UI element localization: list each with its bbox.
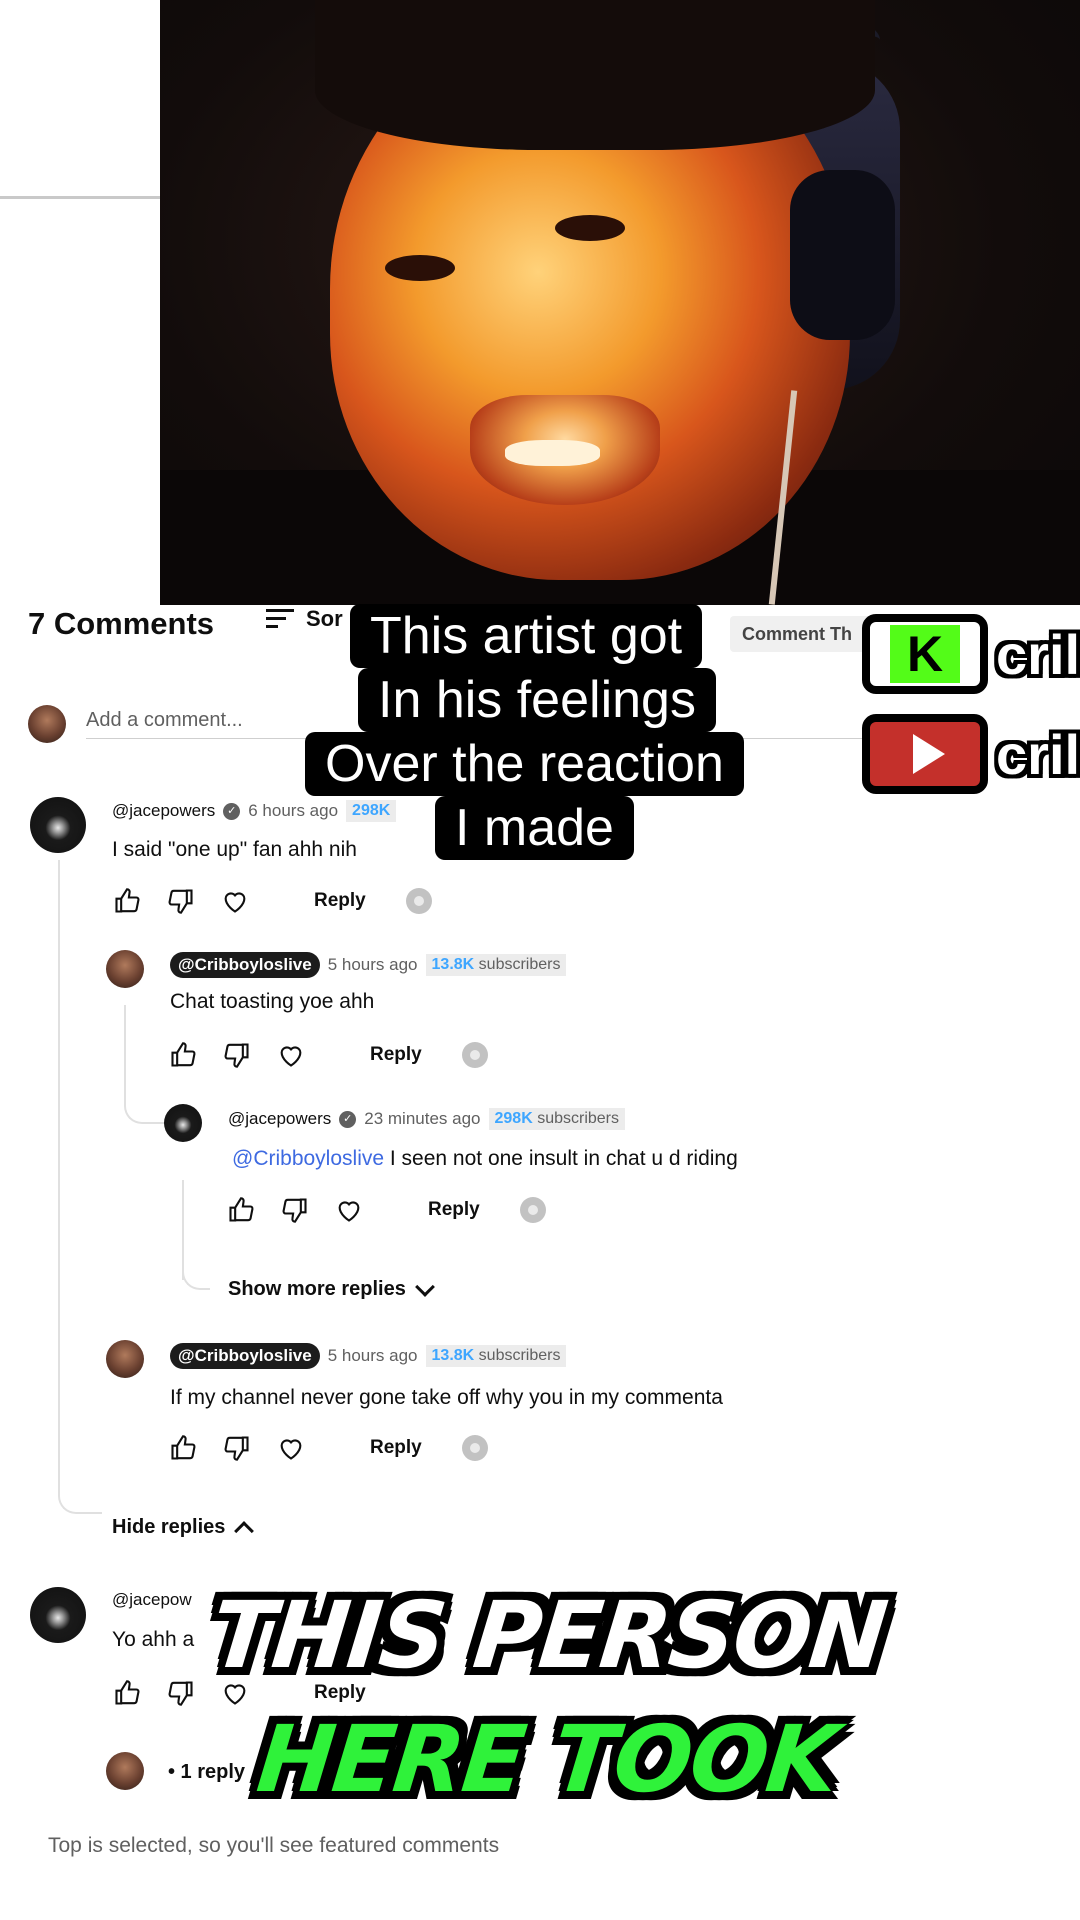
user-avatar [28,705,66,743]
sort-footer-text: Top is selected, so you'll see featured … [48,1834,500,1857]
view-replies-button[interactable]: • 1 reply [168,1761,245,1784]
show-more-replies-label: Show more replies [228,1278,406,1300]
caption-line: This artist got [350,604,703,668]
comment-meta: @jacepow [112,1590,192,1610]
comment-handle[interactable]: @jacepow [112,1590,192,1610]
comment-handle[interactable]: @jacepowers [228,1109,331,1129]
verified-icon: ✓ [339,1110,357,1128]
comment-time: 6 hours ago [248,801,339,820]
dislike-icon[interactable] [222,1433,252,1463]
streamer-teeth [505,440,600,466]
comment-text: Yo ahh a [112,1628,195,1651]
webcam-video [0,0,1080,605]
youtube-handle: cril [996,722,1080,786]
streamer-left-eye [385,255,455,281]
subscriber-badge: 13.8K subscribers [425,1345,567,1367]
comment-time: 23 minutes ago [364,1109,481,1128]
thread-line-deep [182,1180,184,1280]
commenter-avatar[interactable] [30,797,86,853]
reply-button[interactable]: Reply [370,1437,422,1459]
heart-icon[interactable] [276,1040,306,1070]
dislike-icon[interactable] [166,1678,196,1708]
kick-logo-icon: K [862,614,988,694]
subscriber-badge: 298K [346,800,397,822]
creator-avatar-icon [461,1042,488,1068]
comment-actions: Reply [226,1195,546,1225]
commenter-avatar[interactable] [106,1340,144,1378]
reply-button[interactable]: Reply [428,1199,480,1221]
replier-avatar [106,1752,144,1790]
comment-text: If my channel never gone take off why yo… [170,1386,723,1409]
hide-replies-button[interactable]: Hide replies [112,1516,255,1541]
dislike-icon[interactable] [222,1040,252,1070]
sort-label: Sor [306,606,343,631]
streamer-hair [315,0,875,150]
caption-line: Over the reaction [305,732,744,796]
comment-mention[interactable]: @Cribboyloslive [232,1147,384,1170]
comment-meta: @Cribboyloslive 5 hours ago 13.8K subscr… [170,1343,567,1369]
thread-curve [58,1480,102,1514]
comment-meta: @Cribboyloslive 5 hours ago 13.8K subscr… [170,952,567,978]
comment-meta: @jacepowers ✓ 23 minutes ago 298K subscr… [228,1108,626,1130]
comment-handle[interactable]: @jacepowers [112,801,215,821]
reply-button[interactable]: Reply [370,1044,422,1066]
like-icon[interactable] [168,1433,198,1463]
chevron-down-icon [414,1276,435,1297]
commenter-avatar[interactable] [106,950,144,988]
comment-actions: Reply [168,1040,488,1070]
comment-time: 5 hours ago [327,955,418,974]
overlay-headline-line1: THIS PERSON [206,1582,891,1689]
heart-icon[interactable] [276,1433,306,1463]
caption-line: I made [435,796,634,860]
commenter-avatar[interactable] [164,1104,202,1142]
comments-count: 7 Comments [28,606,215,641]
heart-icon[interactable] [334,1195,364,1225]
show-more-replies-button[interactable]: Show more replies [228,1276,435,1301]
hide-replies-label: Hide replies [112,1516,226,1538]
comment-meta: @jacepowers ✓ 6 hours ago 298K [112,800,397,822]
like-icon[interactable] [168,1040,198,1070]
subscriber-badge: 13.8K subscribers [425,954,567,976]
creator-avatar-icon [405,888,432,914]
kick-handle: cril [996,622,1080,686]
comment-text: Chat toasting yoe ahh [170,990,375,1013]
chevron-up-icon [234,1520,255,1541]
creator-avatar-icon [461,1435,488,1461]
comment-handle[interactable]: @Cribboyloslive [170,1343,320,1369]
heart-icon[interactable] [220,886,250,916]
sort-button[interactable]: Sor [266,606,343,632]
like-icon[interactable] [112,1678,142,1708]
dislike-icon[interactable] [166,886,196,916]
thread-line-nested [124,1005,126,1105]
creator-avatar-icon [519,1197,546,1223]
comment-time: 5 hours ago [327,1346,418,1365]
like-icon[interactable] [226,1195,256,1225]
overlay-headline-line2: HERE TOOK [252,1706,842,1813]
dislike-icon[interactable] [280,1195,310,1225]
reply-button[interactable]: Reply [314,890,366,912]
youtube-play-icon [862,714,988,794]
kick-social-tag: K cril [862,614,1080,694]
youtube-social-tag: cril [862,714,1080,794]
comment-thread-tab[interactable]: Comment Th [730,616,880,652]
verified-icon: ✓ [223,802,241,820]
comment-handle[interactable]: @Cribboyloslive [170,952,320,978]
sort-icon [266,606,296,632]
streamer-right-eye [555,215,625,241]
subscriber-badge: 298K subscribers [488,1108,626,1130]
like-icon[interactable] [112,886,142,916]
comment-text: @Cribboyloslive I seen not one insult in… [232,1147,738,1170]
headphone-earcup [790,170,895,340]
comment-text: I said "one up" fan ahh nih [112,838,357,861]
caption-line: In his feelings [358,668,716,732]
thread-line [58,860,60,1490]
commenter-avatar[interactable] [30,1587,86,1643]
comment-actions: Reply [168,1433,488,1463]
comment-actions: Reply [112,886,432,916]
